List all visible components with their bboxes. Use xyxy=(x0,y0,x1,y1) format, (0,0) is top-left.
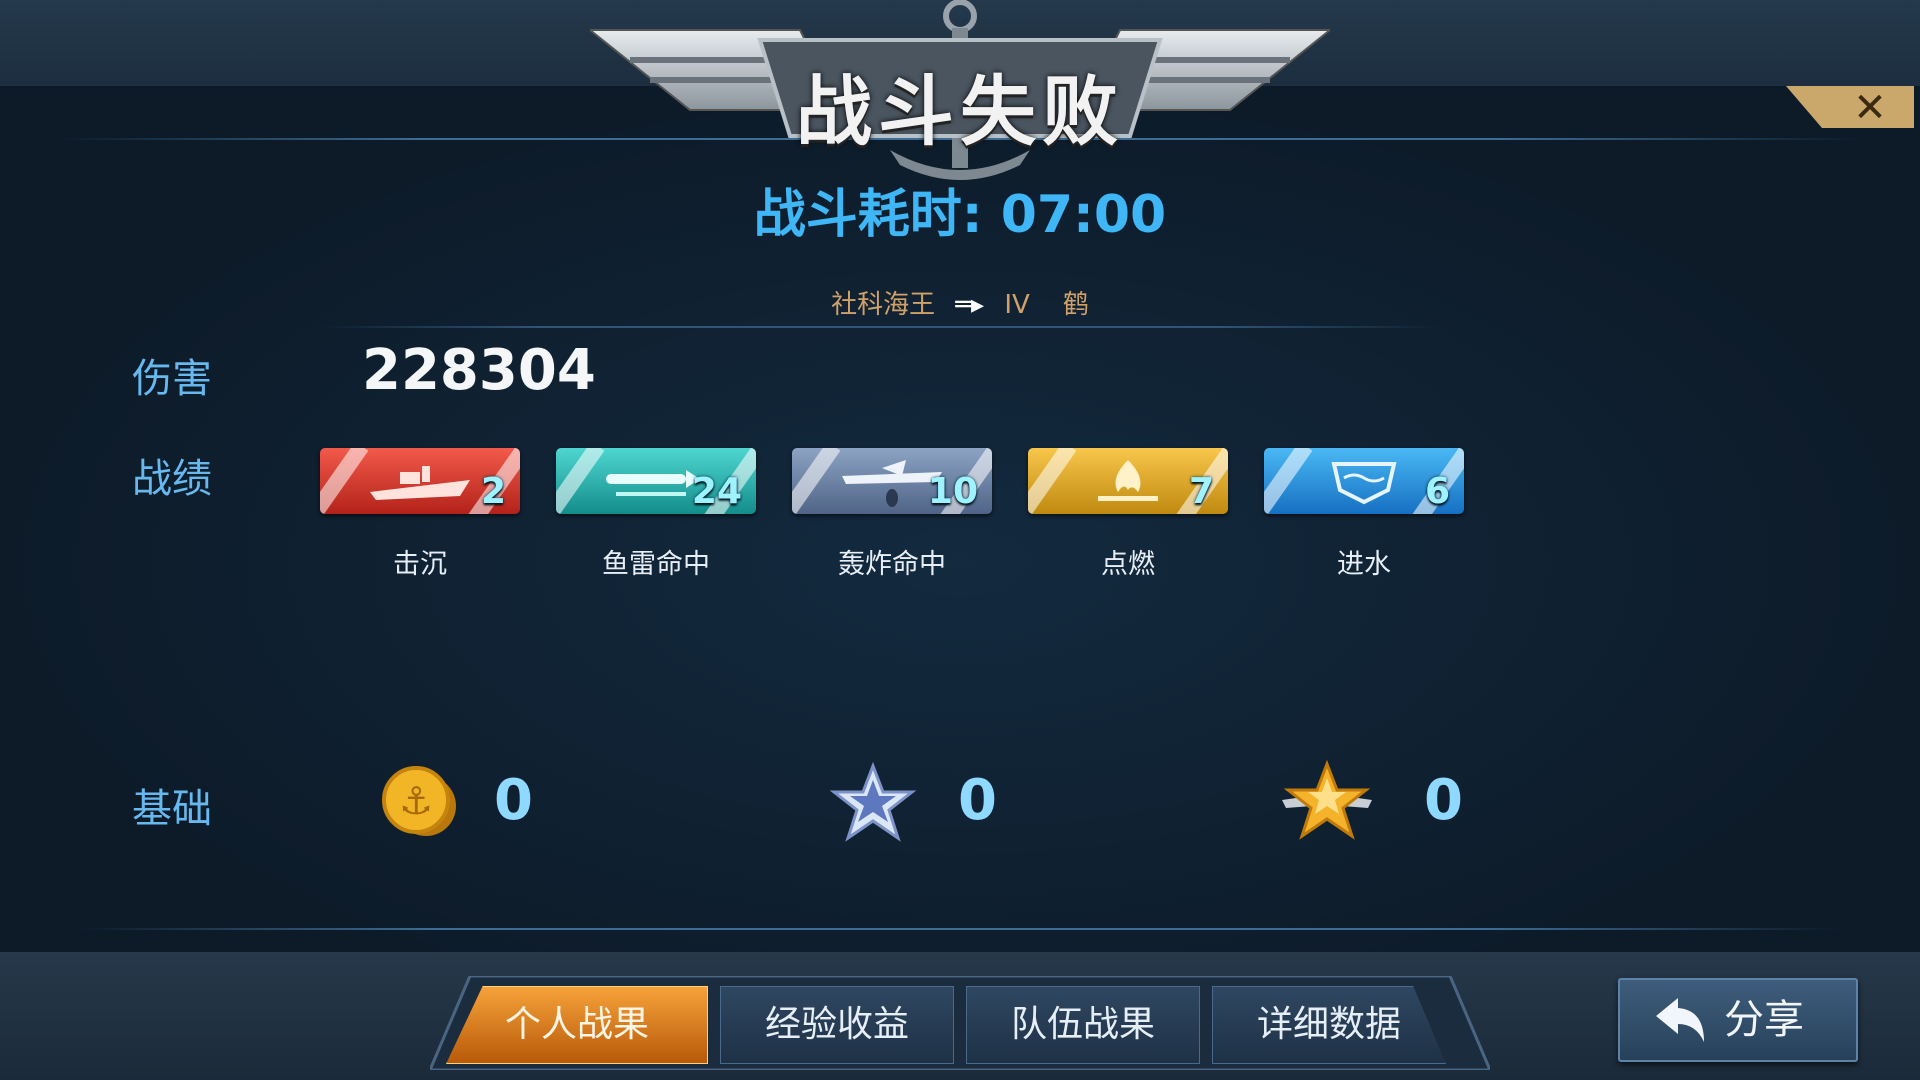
battle-time-label: 战斗耗时: xyxy=(753,185,1001,245)
achievement-count: 24 xyxy=(691,471,742,512)
share-arrow-icon xyxy=(1656,998,1704,1042)
damage-label: 伤害 xyxy=(132,356,212,402)
arrow-icon: ═▸ xyxy=(955,290,985,320)
share-label: 分享 xyxy=(1724,997,1804,1043)
flooding-icon xyxy=(1331,462,1397,505)
ship-tier: IV xyxy=(1004,290,1030,320)
damage-value: 228304 xyxy=(362,338,596,403)
achievement-label: 点燃 xyxy=(1101,549,1155,580)
achievement-badge-torpedo[interactable]: 24 xyxy=(556,448,756,514)
warship-icon xyxy=(370,466,470,500)
achievement-label: 击沉 xyxy=(393,549,447,580)
tab-detailed-data[interactable]: 详细数据 xyxy=(1212,986,1446,1064)
close-icon[interactable]: ✕ xyxy=(1850,88,1890,128)
page-title: 战斗失败 xyxy=(796,67,1124,156)
achievement-count: 10 xyxy=(927,471,978,512)
share-button[interactable]: 分享 xyxy=(1618,978,1858,1062)
achievement-count: 2 xyxy=(480,471,506,512)
base-label: 基础 xyxy=(132,786,212,832)
achievement-count: 6 xyxy=(1424,471,1450,512)
battle-time: 战斗耗时: 07:00 xyxy=(0,172,1920,247)
silver-star-icon xyxy=(829,761,917,842)
achievement-badge-flooding[interactable]: 6 xyxy=(1264,448,1464,514)
achievement-count: 7 xyxy=(1188,471,1214,512)
tab-experience[interactable]: 经验收益 xyxy=(720,986,954,1064)
divider xyxy=(320,326,1440,328)
tab-team-results[interactable]: 队伍战果 xyxy=(966,986,1200,1064)
achievement-label: 鱼雷命中 xyxy=(602,549,710,580)
achievement-label: 轰炸命中 xyxy=(838,549,946,580)
ship-info: 社科海王 ═▸ IV 鹤 xyxy=(0,284,1920,321)
silver-star-value: 0 xyxy=(958,768,997,833)
achievements-label: 战绩 xyxy=(132,456,212,502)
achievement-badge-fire[interactable]: 7 xyxy=(1028,448,1228,514)
achievement-badge-sink[interactable]: 2 xyxy=(320,448,520,514)
battle-time-value: 07:00 xyxy=(1000,185,1167,245)
tab-personal-results[interactable]: 个人战果 xyxy=(446,986,708,1064)
gold-star-value: 0 xyxy=(1424,768,1463,833)
ship-from: 社科海王 xyxy=(831,290,936,320)
winged-gold-star-icon xyxy=(1282,760,1372,840)
achievement-label: 进水 xyxy=(1337,549,1391,580)
ship-name: 鹤 xyxy=(1062,290,1089,320)
coin-value: 0 xyxy=(494,768,533,833)
achievement-badge-bomb[interactable]: 10 xyxy=(792,448,992,514)
fire-icon xyxy=(1098,460,1158,501)
divider xyxy=(80,928,1840,930)
anchor-coin-icon: ⚓ xyxy=(382,766,456,836)
svg-text:⚓: ⚓ xyxy=(399,779,433,823)
